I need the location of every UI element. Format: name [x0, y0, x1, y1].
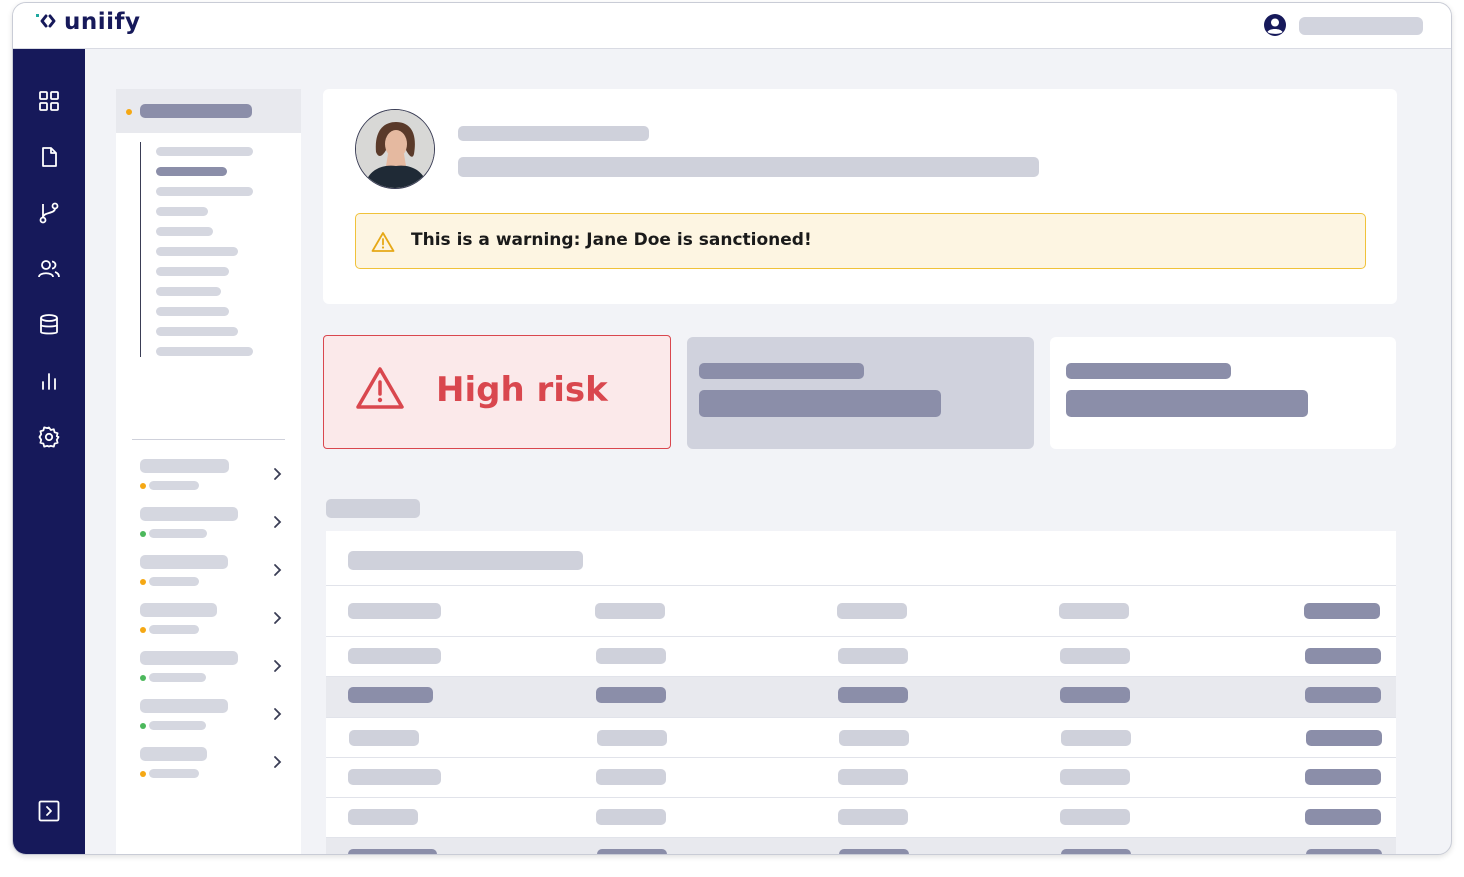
profile-details-placeholder	[458, 157, 1039, 177]
users-icon[interactable]	[37, 257, 61, 281]
list-item[interactable]	[116, 649, 301, 689]
top-bar: uniify	[13, 3, 1451, 49]
profile-name-placeholder	[458, 126, 649, 141]
table-row[interactable]	[326, 636, 1396, 676]
data-table	[326, 531, 1396, 854]
info-card-highlighted[interactable]	[687, 337, 1034, 449]
warning-triangle-icon	[356, 367, 404, 409]
sub-item-placeholder[interactable]	[156, 307, 229, 316]
table-row-selected[interactable]	[326, 676, 1396, 717]
expand-panel-icon[interactable]	[37, 799, 61, 823]
sanction-warning-banner: This is a warning: Jane Doe is sanctione…	[355, 213, 1366, 269]
user-name-placeholder[interactable]	[1299, 17, 1423, 35]
document-icon[interactable]	[37, 145, 61, 169]
table-row[interactable]	[326, 797, 1396, 837]
info-card[interactable]	[1050, 337, 1396, 449]
table-row[interactable]	[326, 585, 1396, 636]
tree-item-label-placeholder	[140, 104, 252, 118]
table-row[interactable]	[326, 757, 1396, 797]
database-icon[interactable]	[37, 313, 61, 337]
sub-item-placeholder[interactable]	[156, 347, 253, 356]
chevron-right-icon	[274, 612, 282, 624]
brand-logo[interactable]: uniify	[35, 9, 141, 35]
chevron-right-icon	[274, 660, 282, 672]
sub-item-placeholder[interactable]	[156, 227, 213, 236]
list-item[interactable]	[116, 457, 301, 497]
left-panel	[116, 89, 301, 854]
avatar	[355, 109, 435, 189]
warning-message: This is a warning: Jane Doe is sanctione…	[411, 230, 812, 250]
git-branch-icon[interactable]	[37, 201, 61, 225]
risk-level-card: High risk	[323, 335, 671, 449]
list-item[interactable]	[116, 601, 301, 641]
brand-name: uniify	[64, 9, 141, 35]
chevron-right-icon	[274, 756, 282, 768]
chevron-right-icon	[274, 516, 282, 528]
list-item[interactable]	[116, 553, 301, 593]
sub-item-placeholder[interactable]	[156, 207, 208, 216]
user-circle-icon[interactable]	[1263, 13, 1287, 37]
app-window: uniify This is a warning: Jane Doe is sa…	[12, 2, 1452, 855]
list-item[interactable]	[116, 745, 301, 785]
profile-card: This is a warning: Jane Doe is sanctione…	[323, 89, 1397, 304]
divider	[132, 439, 285, 440]
chevron-right-icon	[274, 708, 282, 720]
sub-item-placeholder[interactable]	[156, 247, 238, 256]
dashboard-grid-icon[interactable]	[37, 89, 61, 113]
list-item[interactable]	[116, 697, 301, 737]
sub-item-placeholder[interactable]	[156, 187, 253, 196]
selected-tree-item[interactable]	[116, 89, 301, 133]
warning-triangle-icon	[371, 232, 395, 252]
sub-item-placeholder[interactable]	[156, 327, 238, 336]
table-row-selected[interactable]	[326, 837, 1396, 854]
chevron-right-icon	[274, 468, 282, 480]
chevron-right-icon	[274, 564, 282, 576]
side-navigation	[13, 49, 85, 854]
list-item[interactable]	[116, 505, 301, 545]
tree-guide-line	[140, 142, 141, 357]
sub-item-placeholder-active[interactable]	[156, 167, 227, 176]
table-title-placeholder	[348, 551, 583, 570]
sub-item-placeholder[interactable]	[156, 287, 221, 296]
bar-chart-icon[interactable]	[37, 369, 61, 393]
logo-mark-icon	[36, 14, 56, 28]
sub-item-placeholder[interactable]	[156, 267, 229, 276]
risk-level-label: High risk	[436, 370, 608, 410]
status-dot	[126, 109, 132, 115]
sub-item-placeholder[interactable]	[156, 147, 253, 156]
section-heading-placeholder	[326, 499, 420, 518]
settings-gear-icon[interactable]	[37, 425, 61, 449]
table-row[interactable]	[326, 717, 1396, 757]
